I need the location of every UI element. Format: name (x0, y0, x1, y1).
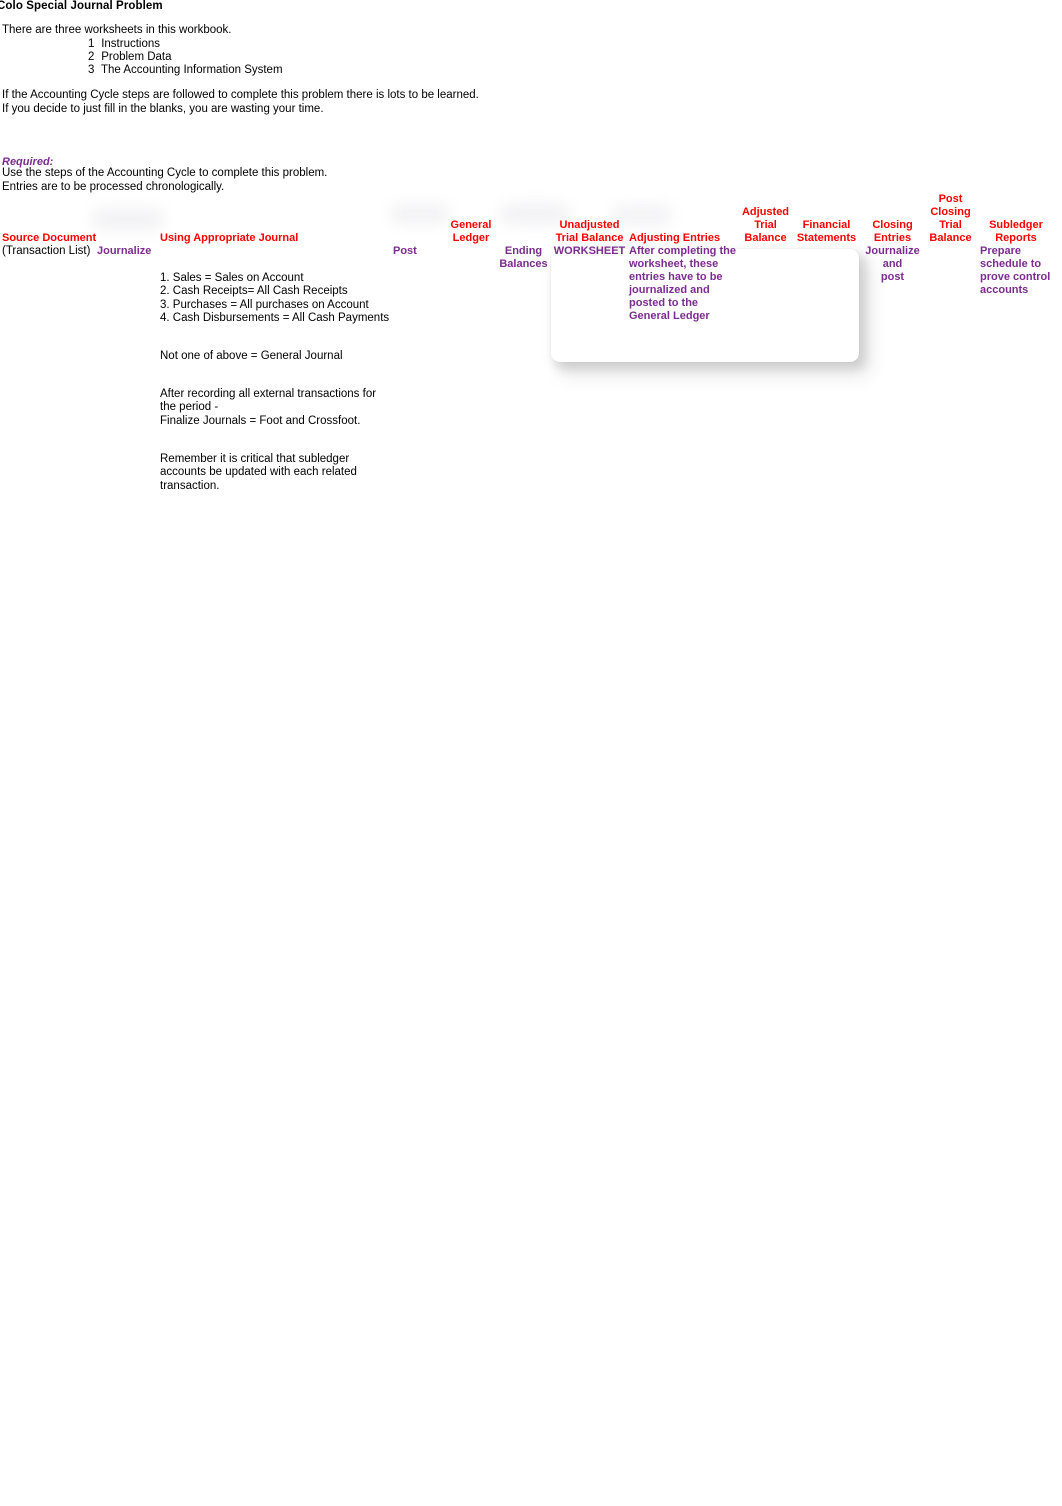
column-adjusted-trial-balance: Adjusted Trial Balance (738, 206, 793, 245)
column-heading-pctb-line-3: Trial (939, 219, 962, 231)
list-item: 2. Cash Receipts= All Cash Receipts (160, 285, 348, 298)
accounting-cycle-note-line-2: If you decide to just fill in the blanks… (2, 102, 324, 115)
required-body: Use the steps of the Accounting Cycle to… (2, 167, 327, 194)
column-heading-unadjusted-line-1: Unadjusted (559, 219, 620, 231)
column-subtext-journalize: Journalize (97, 245, 152, 257)
column-heading-subledger-line-2: Reports (995, 232, 1037, 244)
column-subtext-post: Post (393, 245, 417, 257)
column-ending-balances: Ending Balances (495, 245, 552, 271)
page-title: Colo Special Journal Problem (0, 0, 163, 12)
adjusting-note-line-2: worksheet, these (629, 258, 719, 270)
subledger-reminder-note: Remember it is critical that subledger a… (160, 453, 357, 493)
subledger-reminder-line-3: transaction. (160, 479, 220, 492)
required-line-2: Entries are to be processed chronologica… (2, 180, 225, 193)
list-item: 1 Instructions (88, 38, 283, 51)
accounting-cycle-note-line-1: If the Accounting Cycle steps are follow… (2, 89, 479, 101)
column-adjusting-entries: Adjusting Entries After completing the w… (629, 232, 739, 323)
column-heading-pctb-line-2: Closing (930, 206, 971, 218)
list-item: 1. Sales = Sales on Account (160, 272, 304, 284)
column-using-appropriate-journal: Using Appropriate Journal (160, 232, 298, 245)
column-heading-financial-line-2: Statements (796, 232, 857, 244)
column-heading-using-appropriate-journal: Using Appropriate Journal (160, 232, 299, 244)
column-subtext-worksheet: WORKSHEET (553, 245, 626, 257)
general-journal-note: Not one of above = General Journal (160, 350, 343, 362)
subledger-reminder-line-1: Remember it is critical that subledger (160, 453, 350, 465)
adjusting-note-line-5: posted to the (629, 297, 699, 309)
column-post-closing-trial-balance: Post Closing Trial Balance (923, 193, 978, 245)
column-subtext-closing-line-1: Journalize (865, 245, 920, 257)
column-heading-pctb-line-4: Balance (929, 232, 972, 244)
column-heading-source-document: Source Document (2, 232, 97, 244)
column-subledger-reports: Subledger Reports Prepare schedule to pr… (980, 219, 1052, 297)
finalize-journals-note: After recording all external transaction… (160, 388, 376, 428)
column-heading-closing-line-1: Closing (872, 219, 913, 231)
worksheet-number: 1 (88, 38, 95, 50)
accounting-cycle-note: If the Accounting Cycle steps are follow… (2, 89, 479, 116)
list-item: 3. Purchases = All purchases on Account (160, 298, 369, 311)
list-item: 2 Problem Data (88, 51, 283, 64)
column-heading-financial-line-1: Financial (802, 219, 851, 231)
list-item: 4. Cash Disbursements = All Cash Payment… (160, 311, 390, 324)
column-unadjusted-trial-balance: Unadjusted Trial Balance WORKSHEET (552, 219, 627, 258)
column-journalize: Journalize (97, 245, 151, 258)
worksheet-list: 1 Instructions 2 Problem Data 3 The Acco… (88, 38, 283, 77)
column-subtext-transaction-list: (Transaction List) (2, 245, 91, 257)
intro-text: There are three worksheets in this workb… (2, 24, 232, 36)
finalize-note-line-3: Finalize Journals = Foot and Crossfoot. (160, 414, 361, 427)
journal-type-list: 1. Sales = Sales on Account 2. Cash Rece… (160, 272, 389, 325)
column-subtext-subledger: Prepare schedule to prove control accoun… (980, 245, 1052, 297)
subledger-note-line-4: accounts (980, 284, 1029, 296)
finalize-note-line-1: After recording all external transaction… (160, 388, 377, 400)
column-heading-general-ledger-line-1: General (450, 219, 492, 231)
worksheet-number: 3 (88, 64, 95, 76)
column-subtext-ending-line-1: Ending (504, 245, 543, 257)
column-subtext-adjusting-note: After completing the worksheet, these en… (629, 245, 739, 323)
worksheet-number: 2 (88, 51, 95, 63)
column-source-document: Source Document (Transaction List) (2, 232, 96, 258)
adjusting-note-line-6: General Ledger (629, 310, 710, 322)
column-heading-adjusted-tb-line-2: Trial (754, 219, 777, 231)
subledger-reminder-line-2: accounts be updated with each related (160, 466, 357, 479)
column-subtext-closing-line-3: post (880, 271, 905, 283)
adjusting-note-line-4: journalized and (629, 284, 710, 296)
column-financial-statements: Financial Statements (793, 219, 860, 245)
adjusting-note-line-3: entries have to be (629, 271, 723, 283)
finalize-note-line-2: the period - (160, 401, 219, 414)
column-heading-general-ledger-line-2: Ledger (452, 232, 490, 244)
subledger-note-line-1: Prepare (980, 245, 1021, 257)
column-closing-entries: Closing Entries Journalize and post (864, 219, 921, 284)
column-general-ledger: General Ledger (443, 219, 499, 245)
subledger-note-line-2: schedule to (980, 258, 1042, 270)
column-subtext-closing-line-2: and (882, 258, 903, 270)
worksheet-label: Problem Data (101, 51, 172, 63)
column-heading-subledger-line-1: Subledger (989, 219, 1043, 231)
column-heading-closing-line-2: Entries (873, 232, 912, 244)
decorative-shape (390, 204, 450, 224)
decorative-shape (92, 208, 164, 230)
column-heading-adjusted-tb-line-3: Balance (744, 232, 787, 244)
column-heading-adjusting-entries: Adjusting Entries (629, 232, 721, 244)
column-subtext-ending-line-2: Balances (499, 258, 548, 270)
worksheet-label: Instructions (101, 38, 161, 50)
subledger-note-line-3: prove control (980, 271, 1051, 283)
adjusting-note-line-1: After completing the (629, 245, 736, 257)
worksheet-label: The Accounting Information System (101, 64, 283, 76)
required-line-1: Use the steps of the Accounting Cycle to… (2, 167, 328, 179)
list-item: 3 The Accounting Information System (88, 64, 283, 77)
column-heading-adjusted-tb-line-1: Adjusted (741, 206, 790, 218)
column-post: Post (393, 245, 417, 258)
column-heading-pctb-line-1: Post (938, 193, 963, 205)
column-heading-unadjusted-line-2: Trial Balance (555, 232, 624, 244)
